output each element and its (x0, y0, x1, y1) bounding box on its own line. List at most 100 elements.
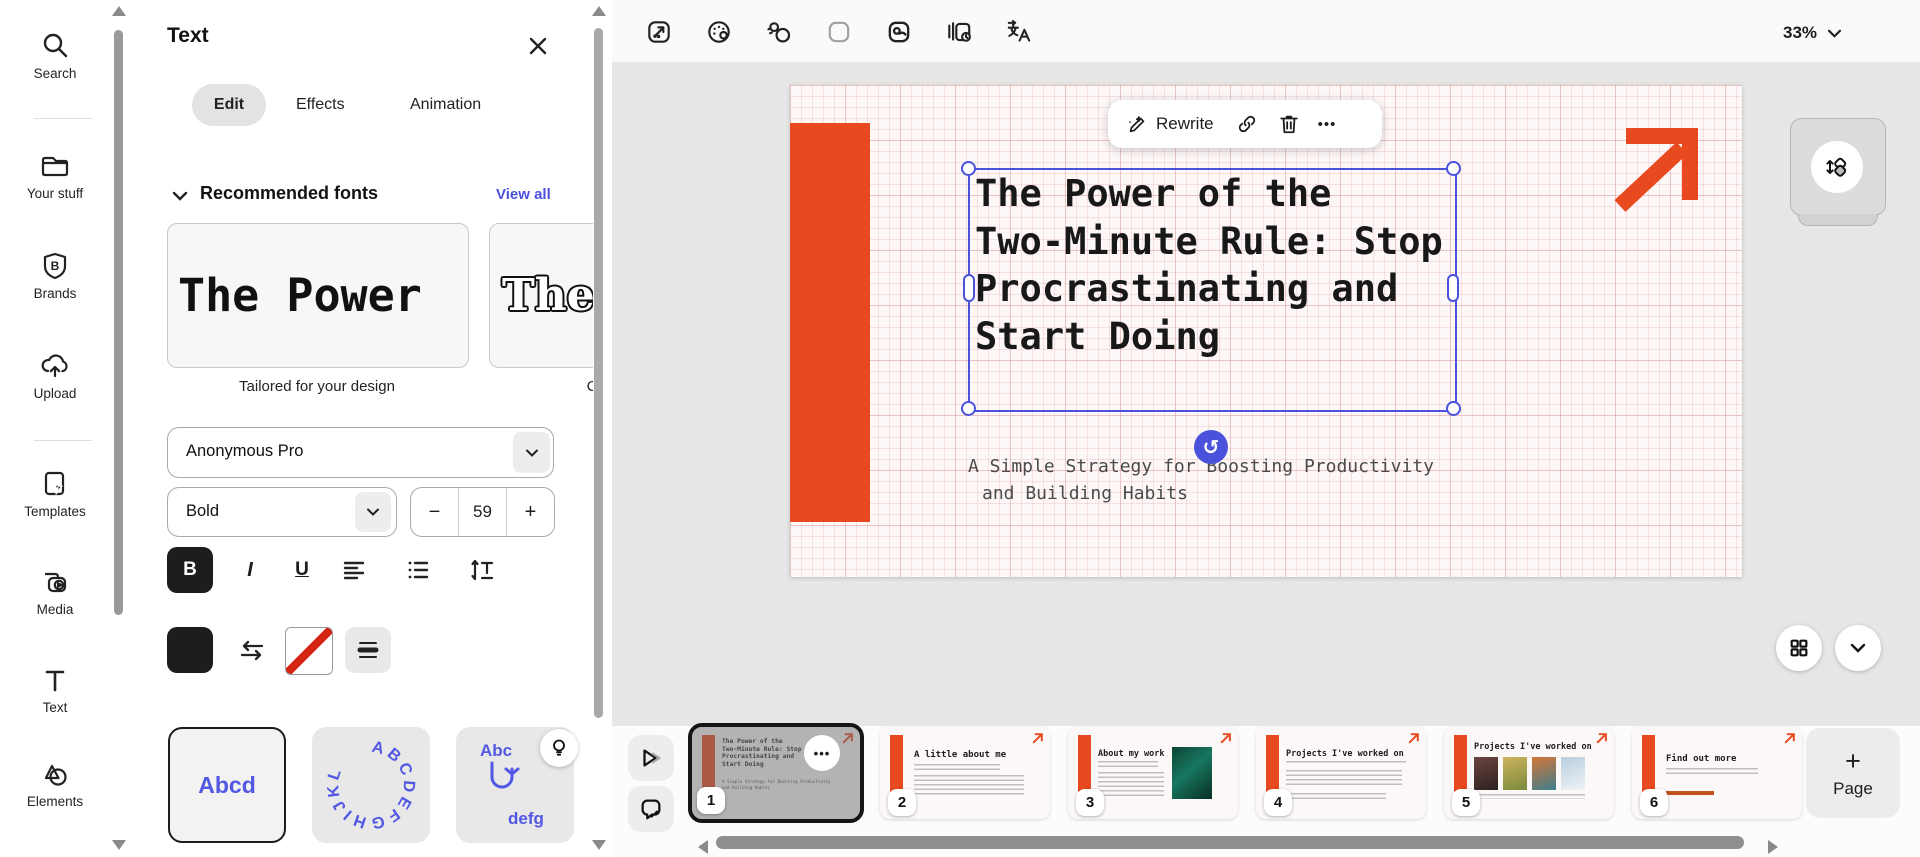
align-left-icon[interactable] (332, 547, 376, 593)
page-thumbnail-2[interactable]: A little about me 2 (880, 727, 1050, 819)
scroll-right-arrow[interactable] (1768, 840, 1778, 854)
line-spacing-icon[interactable] (460, 547, 504, 593)
page-thumbnail-6[interactable]: Find out more 6 (1632, 727, 1802, 819)
scrollbar-thumb[interactable] (114, 30, 123, 615)
svg-text:ABCDEFGHIJKL: ABCDEFGHIJKL (325, 739, 417, 831)
colors-icon[interactable] (699, 12, 739, 52)
adjust-bubbles-icon[interactable] (759, 12, 799, 52)
font-family-value: Anonymous Pro (168, 428, 553, 474)
page-navigator-stack-edge (1798, 214, 1878, 226)
swap-colors-icon[interactable] (230, 627, 274, 673)
page-thumbnail-5[interactable]: Projects I've worked on 5 (1444, 727, 1614, 819)
sidebar-item-your-stuff[interactable]: Your stuff (0, 150, 110, 201)
chevron-down-icon[interactable] (355, 492, 391, 532)
circle-text-icon: ABCDEFGHIJKL (325, 739, 417, 831)
upload-cloud-icon (0, 350, 110, 382)
bold-button[interactable]: B (167, 547, 213, 593)
thumb-more-button[interactable]: ••• (804, 735, 840, 771)
duplicate-pages-icon[interactable] (939, 12, 979, 52)
resize-handle-ne[interactable] (1446, 161, 1461, 176)
add-page-button[interactable]: + Page (1806, 728, 1900, 818)
tab-animation[interactable]: Animation (410, 84, 481, 126)
arrow-up-right-graphic[interactable] (1608, 124, 1700, 216)
scrollbar-thumb[interactable] (594, 28, 603, 718)
grid-view-button[interactable] (1776, 625, 1822, 671)
chevron-down-icon[interactable] (172, 190, 188, 202)
text-selection-box[interactable] (968, 168, 1457, 412)
lightbulb-icon (549, 738, 569, 758)
font-size-value[interactable]: 59 (458, 488, 507, 536)
panel-title: Text (167, 24, 209, 48)
link-icon[interactable] (1236, 113, 1258, 135)
sidebar-item-label: Brands (0, 286, 110, 301)
italic-button[interactable]: I (230, 547, 270, 593)
font-card-decorative[interactable]: The (489, 223, 593, 368)
sidebar-item-media[interactable]: Media (0, 566, 110, 617)
text-style-curve-card[interactable]: Abc defg (456, 727, 574, 843)
notes-button[interactable] (628, 786, 674, 832)
delete-icon[interactable] (1278, 113, 1300, 135)
bullet-list-icon[interactable] (396, 547, 440, 593)
font-card-anonymous-pro[interactable]: The Power (167, 223, 469, 368)
font-family-select[interactable]: Anonymous Pro (167, 427, 554, 478)
font-weight-select[interactable]: Bold (167, 487, 397, 537)
text-background-icon[interactable] (345, 627, 391, 673)
sidebar-item-upload[interactable]: Upload (0, 350, 110, 401)
resize-icon[interactable] (639, 12, 679, 52)
page-thumbnail-3[interactable]: About my work 3 (1068, 727, 1238, 819)
thumb-title: Projects I've worked on (1286, 749, 1404, 759)
media-frame-icon[interactable] (879, 12, 919, 52)
page-thumbnail-4[interactable]: Projects I've worked on 4 (1256, 727, 1426, 819)
sidebar-item-templates[interactable]: Templates (0, 468, 110, 519)
text-style-plain-card[interactable]: Abcd (168, 727, 286, 843)
more-options-button[interactable]: ••• (1318, 116, 1337, 133)
page-thumbnail-1-selected[interactable]: The Power of theTwo-Minute Rule: Stop Pr… (688, 723, 864, 823)
rotate-handle[interactable]: ↺ (1194, 430, 1228, 464)
resize-handle-nw[interactable] (961, 161, 976, 176)
font-card-caption: Tailored for your design (167, 378, 467, 395)
sidebar-item-label: Your stuff (0, 186, 110, 201)
resize-handle-w[interactable] (963, 274, 975, 302)
no-color-swatch[interactable] (285, 627, 333, 675)
scroll-left-arrow[interactable] (698, 840, 708, 854)
scroll-down-arrow[interactable] (112, 840, 126, 850)
underline-button[interactable]: U (282, 547, 322, 593)
scroll-up-arrow[interactable] (592, 6, 606, 16)
pages-filmstrip: The Power of theTwo-Minute Rule: Stop Pr… (612, 726, 1920, 857)
tab-edit[interactable]: Edit (192, 84, 266, 126)
folder-icon (0, 150, 110, 182)
resize-handle-se[interactable] (1446, 401, 1461, 416)
scroll-down-arrow[interactable] (592, 840, 606, 850)
slide-accent-bar[interactable] (790, 123, 870, 522)
sidebar-item-brands[interactable]: B Brands (0, 250, 110, 301)
rewrite-label: Rewrite (1156, 114, 1214, 134)
size-decrease-button[interactable]: − (411, 488, 458, 536)
zoom-control[interactable]: 33% (1783, 23, 1842, 43)
present-button[interactable] (628, 735, 674, 781)
view-all-link[interactable]: View all (496, 186, 551, 203)
collapse-filmstrip-button[interactable] (1835, 625, 1881, 671)
style-card-label: defg (508, 809, 544, 829)
font-card-caption-partial: C (582, 378, 593, 395)
frame-icon[interactable] (819, 12, 859, 52)
reorder-pages-icon (1811, 141, 1863, 193)
close-icon[interactable] (528, 36, 548, 56)
size-increase-button[interactable]: + (507, 488, 554, 536)
scroll-up-arrow[interactable] (112, 6, 126, 16)
suggestion-badge[interactable] (540, 729, 578, 767)
sidebar-divider (34, 118, 92, 119)
sidebar-item-text[interactable]: Text (0, 664, 110, 715)
text-style-circle-card[interactable]: ABCDEFGHIJKL (312, 727, 430, 843)
sidebar-item-search[interactable]: Search (0, 30, 110, 81)
text-color-swatch[interactable] (167, 627, 213, 673)
resize-handle-e[interactable] (1447, 274, 1459, 302)
chevron-down-icon[interactable] (513, 432, 550, 473)
page-navigator-card[interactable] (1790, 118, 1886, 216)
resize-handle-sw[interactable] (961, 401, 976, 416)
horizontal-scrollbar-thumb[interactable] (716, 836, 1744, 849)
rewrite-button[interactable]: Rewrite (1126, 113, 1214, 135)
page-number-badge: 6 (1640, 789, 1668, 816)
sidebar-item-elements[interactable]: Elements (0, 758, 110, 809)
translate-icon[interactable] (999, 12, 1039, 52)
tab-effects[interactable]: Effects (296, 84, 345, 126)
